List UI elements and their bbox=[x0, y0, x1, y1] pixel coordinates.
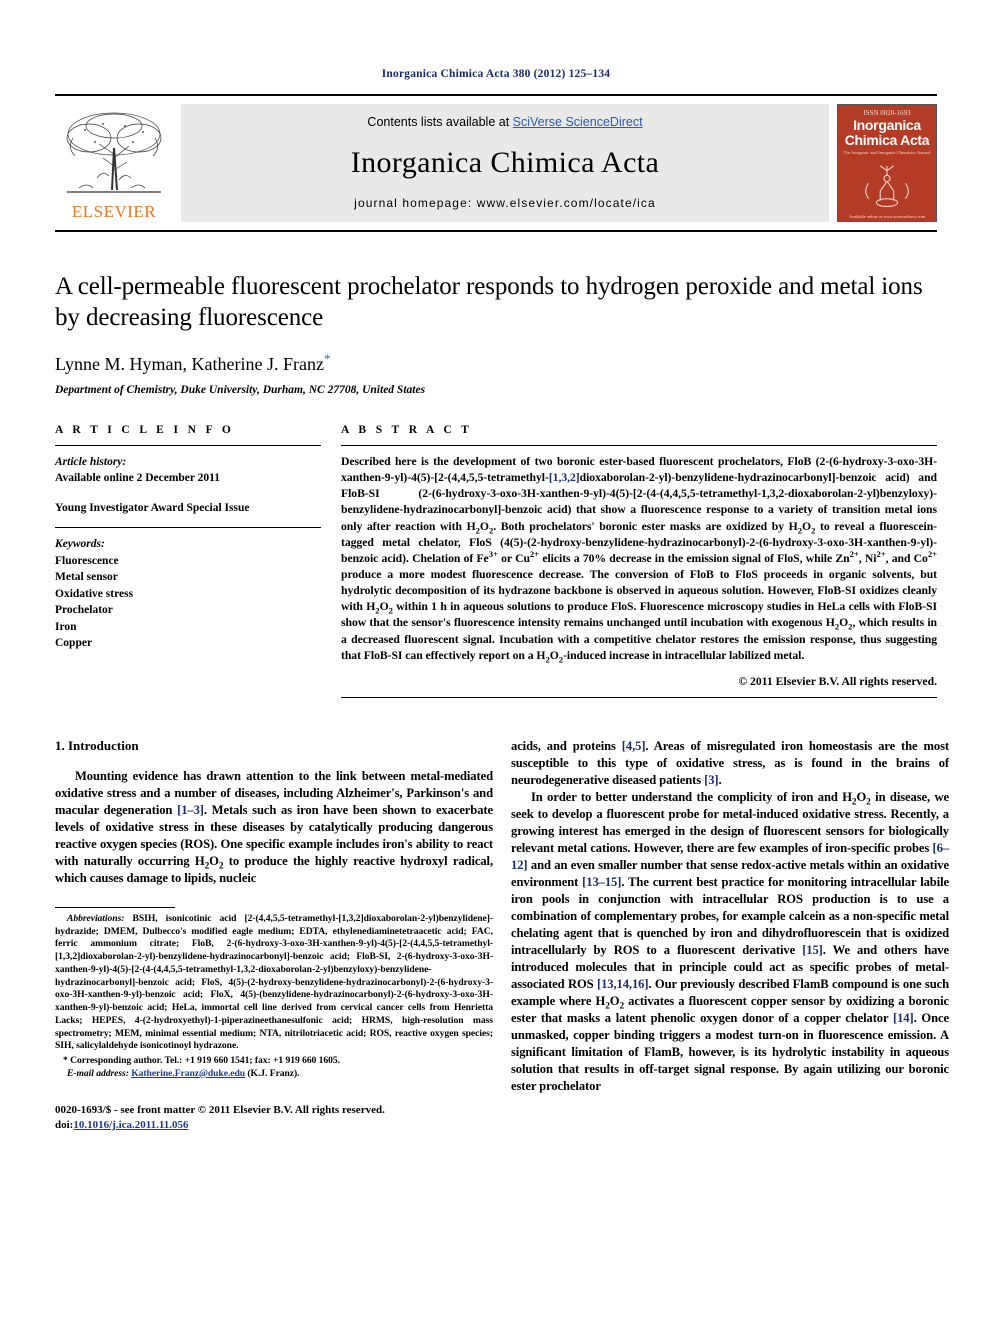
intro-paragraph-2: In order to better understand the compli… bbox=[511, 789, 949, 1093]
cover-molecule-icon bbox=[865, 165, 909, 207]
keywords-block: Keywords: Fluorescence Metal sensor Oxid… bbox=[55, 536, 321, 652]
cover-title-line1: Inorganica bbox=[853, 117, 921, 133]
keyword-item: Copper bbox=[55, 637, 93, 650]
journal-homepage[interactable]: journal homepage: www.elsevier.com/locat… bbox=[354, 196, 656, 210]
affiliation: Department of Chemistry, Duke University… bbox=[55, 384, 426, 396]
elsevier-tree-icon bbox=[66, 112, 162, 193]
email-footnote: E-mail address: Katherine.Franz@duke.edu… bbox=[55, 1068, 493, 1081]
keyword-item: Oxidative stress bbox=[55, 587, 134, 600]
abbreviations-text: BSIH, isonicotinic acid [2-(4,4,5,5-tetr… bbox=[55, 912, 493, 1052]
cover-subtitle: The Inorganic and Inorganic Chemistry Jo… bbox=[843, 150, 931, 155]
special-issue-note: Young Investigator Award Special Issue bbox=[55, 501, 250, 514]
cover-footer-text: Available online at www.sciencedirect.co… bbox=[848, 214, 926, 220]
intro-paragraph-1-continued: acids, and proteins [4,5]. Areas of misr… bbox=[511, 738, 949, 787]
abstract-column: A B S T R A C T Described here is the de… bbox=[341, 424, 937, 698]
running-head: Inorganica Chimica Acta 380 (2012) 125–1… bbox=[381, 68, 611, 80]
doi-label: doi: bbox=[55, 1118, 74, 1131]
contents-available-line: Contents lists available at SciVerse Sci… bbox=[367, 115, 642, 129]
corresponding-author-marker: * bbox=[323, 351, 331, 366]
banner-top-rule bbox=[55, 94, 937, 96]
cover-title-line2: Chimica Acta bbox=[844, 132, 930, 148]
article-info-rule bbox=[55, 445, 321, 446]
corresponding-author-footnote: * Corresponding author. Tel.: +1 919 660… bbox=[55, 1055, 493, 1068]
corresponding-author-text: Corresponding author. Tel.: +1 919 660 1… bbox=[70, 1055, 340, 1067]
journal-title: Inorganica Chimica Acta bbox=[350, 145, 660, 179]
abbreviations-label: Abbreviations: bbox=[67, 912, 125, 924]
article-info-heading: A R T I C L E I N F O bbox=[55, 424, 235, 436]
keyword-item: Prochelator bbox=[55, 604, 113, 617]
body-columns: 1. Introduction Mounting evidence has dr… bbox=[55, 738, 949, 1134]
abstract-heading: A B S T R A C T bbox=[341, 424, 473, 436]
abstract-text: Described here is the development of two… bbox=[341, 455, 938, 665]
email-label: E-mail address: bbox=[67, 1067, 129, 1079]
keywords-label: Keywords: bbox=[55, 537, 105, 550]
banner-bottom-rule bbox=[55, 230, 937, 232]
section-heading-introduction: 1. Introduction bbox=[55, 737, 139, 753]
elsevier-wordmark: ELSEVIER bbox=[71, 202, 157, 221]
contents-prefix: Contents lists available at bbox=[367, 115, 513, 129]
issn-footer: 0020-1693/$ - see front matter © 2011 El… bbox=[55, 1103, 493, 1134]
sciencedirect-link[interactable]: SciVerse ScienceDirect bbox=[513, 115, 643, 129]
footnote-rule bbox=[55, 906, 175, 908]
email-suffix: (K.J. Franz). bbox=[247, 1067, 300, 1079]
author-names: Lynne M. Hyman, Katherine J. Franz bbox=[55, 354, 324, 374]
keyword-item: Iron bbox=[55, 620, 77, 633]
article-history: Article history: Available online 2 Dece… bbox=[55, 454, 321, 516]
abstract-rule bbox=[341, 445, 937, 446]
doi-link[interactable]: 10.1016/j.ica.2011.11.056 bbox=[73, 1119, 188, 1131]
keywords-rule bbox=[55, 526, 321, 528]
article-history-label: Article history: bbox=[55, 456, 127, 468]
article-history-value: Available online 2 December 2011 bbox=[55, 472, 221, 485]
issn-line: 0020-1693/$ - see front matter © 2011 El… bbox=[55, 1103, 385, 1116]
keyword-item: Metal sensor bbox=[55, 571, 118, 584]
cover-issn: ISSN 0020-1693 bbox=[863, 109, 911, 117]
journal-banner: ELSEVIER Contents lists available at Sci… bbox=[55, 94, 937, 232]
abstract-bottom-rule bbox=[341, 696, 937, 698]
article-page: Inorganica Chimica Acta 380 (2012) 125–1… bbox=[0, 0, 992, 1323]
banner-center: Contents lists available at SciVerse Sci… bbox=[181, 104, 829, 222]
intro-paragraph-1: Mounting evidence has drawn attention to… bbox=[55, 768, 493, 885]
article-info-column: A R T I C L E I N F O Article history: A… bbox=[55, 424, 321, 698]
article-title: A cell-permeable fluorescent prochelator… bbox=[55, 273, 923, 331]
title-block: A cell-permeable fluorescent prochelator… bbox=[55, 272, 937, 396]
info-abstract-block: A R T I C L E I N F O Article history: A… bbox=[55, 424, 937, 698]
email-link[interactable]: Katherine.Franz@duke.edu bbox=[131, 1068, 245, 1079]
body-column-right: acids, and proteins [4,5]. Areas of misr… bbox=[511, 738, 949, 1134]
abstract-copyright: © 2011 Elsevier B.V. All rights reserved… bbox=[738, 674, 937, 688]
journal-cover-thumbnail: ISSN 0020-1693 Inorganica Chimica Acta T… bbox=[837, 104, 937, 222]
author-list: Lynne M. Hyman, Katherine J. Franz* bbox=[55, 351, 937, 375]
elsevier-logo: ELSEVIER bbox=[55, 104, 173, 222]
body-column-left: 1. Introduction Mounting evidence has dr… bbox=[55, 738, 493, 1134]
abbreviations-footnote: Abbreviations: BSIH, isonicotinic acid [… bbox=[55, 913, 493, 1053]
keyword-item: Fluorescence bbox=[55, 554, 119, 567]
asterisk-icon: * bbox=[63, 1055, 68, 1067]
